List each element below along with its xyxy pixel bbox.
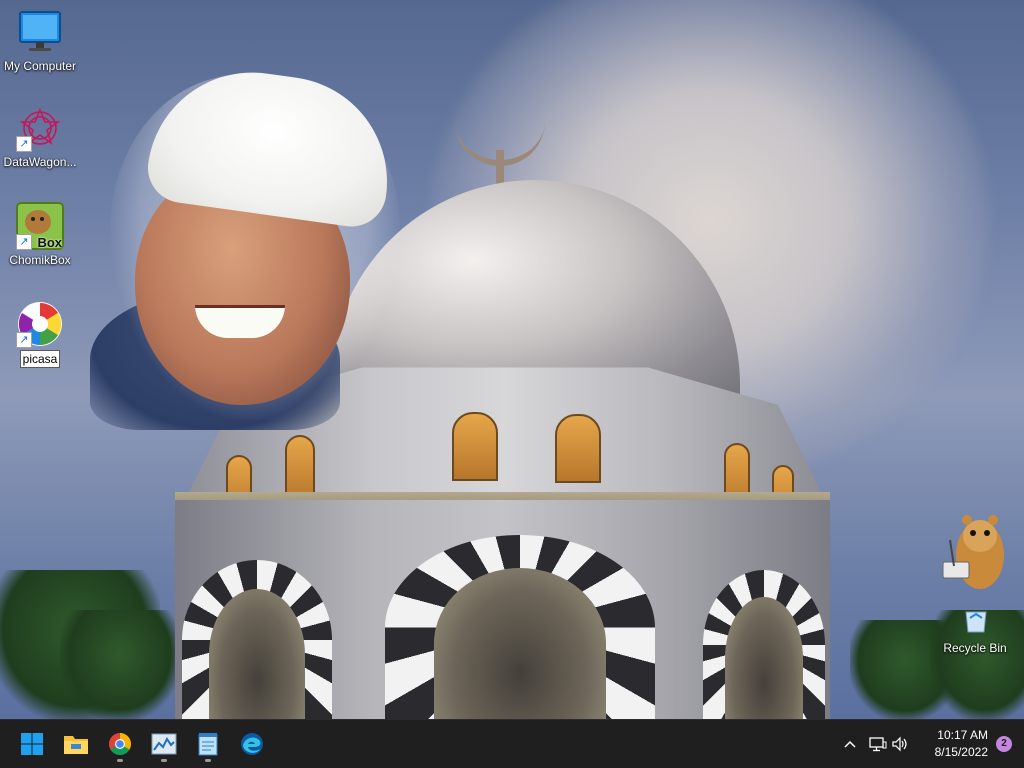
desktop: My Computer ↗ DataWagon... Box ↗ ChomikB… — [0, 0, 1024, 768]
shortcut-arrow-icon: ↗ — [16, 234, 32, 250]
shortcut-arrow-icon: ↗ — [16, 332, 32, 348]
clock-time: 10:17 AM — [937, 728, 988, 742]
start-button[interactable] — [12, 726, 52, 762]
chomikbox-icon: Box ↗ — [16, 202, 64, 250]
shrine-arch-doorway — [209, 588, 305, 720]
speaker-icon — [892, 736, 907, 752]
shrine-window — [452, 412, 498, 481]
shrine-arch-right — [703, 570, 825, 720]
shrine-arch-doorway — [433, 568, 607, 720]
shrine-arch-doorway — [724, 597, 804, 720]
desktop-icon-label: DataWagon... — [3, 155, 77, 169]
dome-finial — [496, 150, 504, 185]
running-indicator — [161, 759, 167, 762]
network-icon — [869, 737, 887, 752]
desktop-icon-datawagon[interactable]: ↗ DataWagon... — [0, 104, 80, 170]
network-button[interactable] — [868, 732, 888, 756]
chrome-icon — [109, 733, 131, 755]
desktop-icon-label: picasa — [19, 350, 61, 368]
recycle-bin-icon — [940, 510, 1010, 638]
desktop-icon-my-computer[interactable]: My Computer — [0, 8, 80, 74]
notepad-icon — [198, 733, 218, 756]
running-indicator — [205, 759, 211, 762]
desktop-icon-chomikbox[interactable]: Box ↗ ChomikBox — [0, 202, 80, 268]
show-hidden-icons-button[interactable] — [840, 732, 860, 756]
desktop-icon-label: Recycle Bin — [943, 641, 1007, 655]
wallpaper — [0, 0, 1024, 768]
clock-button[interactable]: 10:17 AM 8/15/2022 — [918, 727, 988, 761]
chomikbox-glyph-text: Box — [37, 235, 62, 250]
taskbar-notepad[interactable] — [188, 726, 228, 762]
desktop-icon-label: My Computer — [3, 59, 77, 73]
taskbar-task-manager[interactable] — [144, 726, 184, 762]
task-manager-icon — [151, 733, 177, 755]
picasa-icon: ↗ — [16, 300, 64, 348]
shrine-window — [555, 414, 601, 483]
taskbar-file-explorer[interactable] — [56, 726, 96, 762]
chevron-up-icon — [844, 740, 856, 748]
running-indicator — [117, 759, 123, 762]
notification-badge[interactable]: 2 — [996, 736, 1012, 752]
folder-icon — [64, 736, 88, 754]
desktop-icon-label: ChomikBox — [9, 253, 71, 267]
palm-tree-left-2 — [60, 610, 180, 720]
shrine-arch-left — [182, 560, 332, 720]
taskbar: 10:17 AM 8/15/2022 2 — [0, 719, 1024, 768]
taskbar-edge[interactable] — [232, 726, 272, 762]
desktop-icon-recycle-bin[interactable]: Recycle Bin — [935, 510, 1015, 656]
monitor-icon — [16, 8, 64, 56]
taskbar-chrome[interactable] — [100, 726, 140, 762]
edge-icon — [241, 733, 263, 755]
volume-button[interactable] — [890, 732, 910, 756]
clock-date: 8/15/2022 — [934, 745, 988, 759]
windows-start-icon — [21, 733, 43, 755]
datawagon-icon: ↗ — [16, 104, 64, 152]
shortcut-arrow-icon: ↗ — [16, 136, 32, 152]
shrine-arch-center — [385, 535, 655, 720]
system-tray: 10:17 AM 8/15/2022 2 — [824, 720, 1024, 768]
desktop-icon-picasa[interactable]: ↗ picasa — [0, 300, 80, 368]
